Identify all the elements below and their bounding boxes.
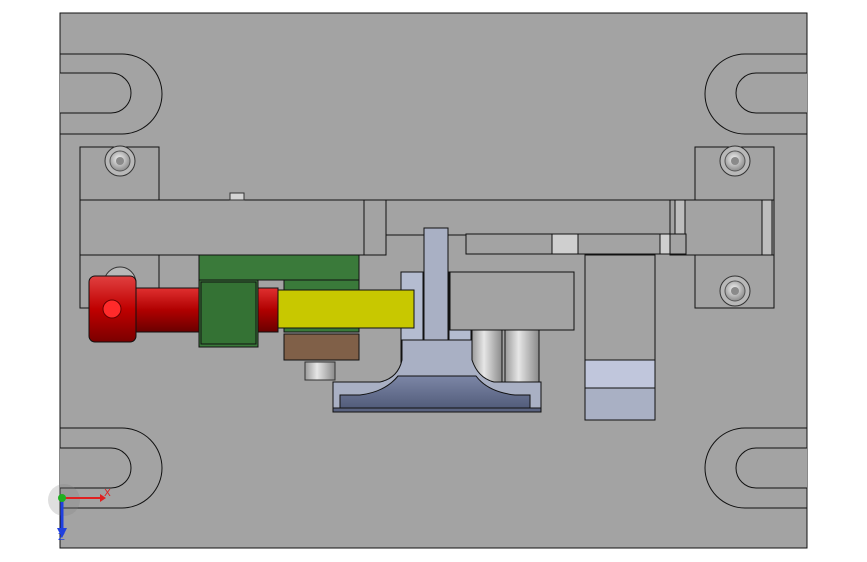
cap-screw-icon [104,145,136,177]
triad-z-label: Z [58,532,65,543]
cap-screw-icon [719,145,751,177]
triad-x-label: X [104,488,111,499]
model-graphics[interactable]: X Z [0,0,867,562]
guide-bushing [304,361,336,381]
locating-pin [229,192,245,201]
cap-screw-icon [719,275,751,307]
yellow-pin[interactable] [277,289,415,329]
cad-viewport[interactable]: X Z [0,0,867,562]
bronze-block[interactable] [283,333,360,361]
